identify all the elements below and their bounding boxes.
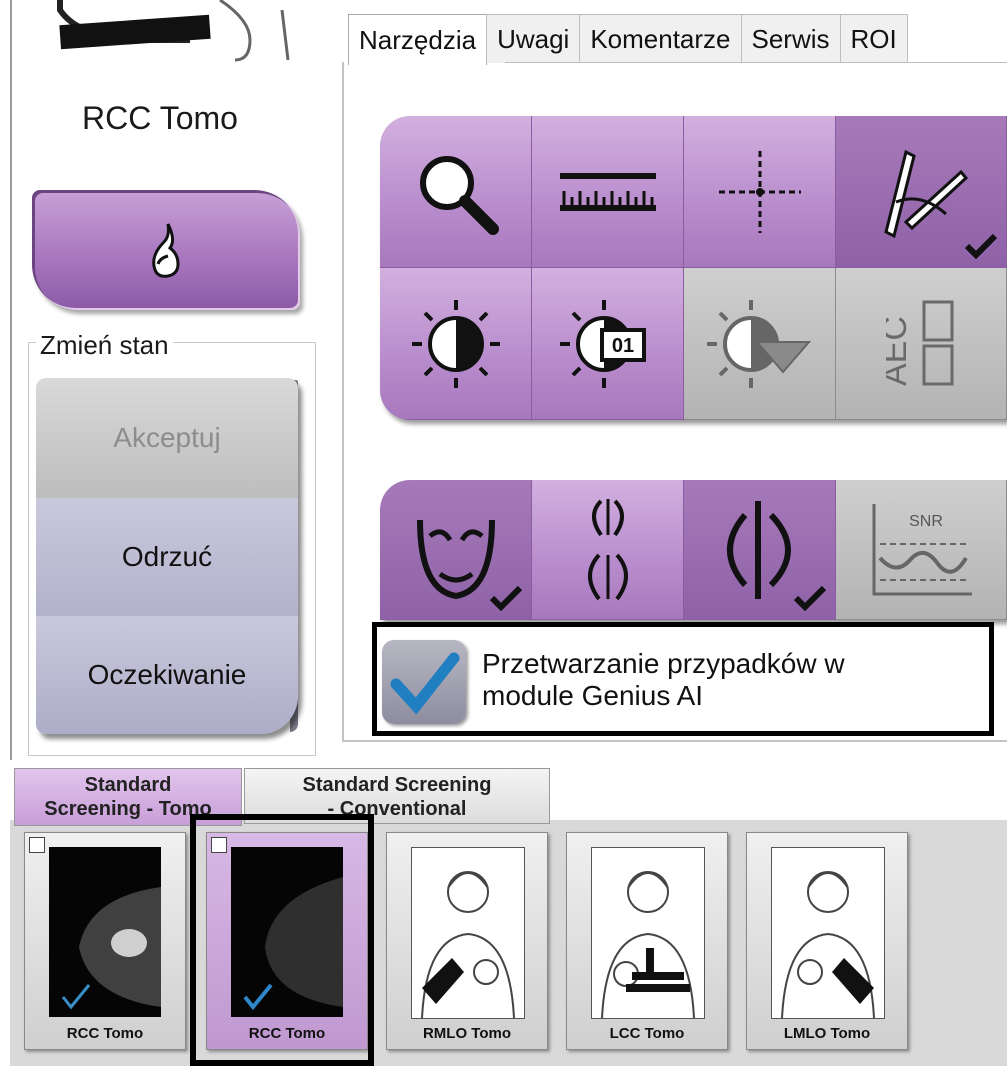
pending-button[interactable]: Oczekiwanie: [36, 616, 298, 734]
crosshair-button[interactable]: [684, 116, 836, 268]
tab-comments[interactable]: Komentarze: [579, 14, 742, 63]
thumbnail-label: RMLO Tomo: [422, 1025, 512, 1042]
thumbnail-lcc-tomo[interactable]: LCC Tomo: [566, 832, 728, 1050]
genius-ai-label-line1: Przetwarzanie przypadków w: [482, 648, 845, 679]
tab-line1: Standard Screening: [302, 774, 492, 796]
checkmark-icon: [489, 585, 523, 611]
genius-ai-label: Przetwarzanie przypadków w module Genius…: [482, 648, 962, 712]
contrast-icon: [411, 299, 500, 388]
lmlo-position-icon: [771, 847, 885, 1019]
window-level-presets-icon: [706, 299, 811, 388]
tab-notes[interactable]: Uwagi: [486, 14, 581, 63]
tab-line1: Standard: [84, 774, 172, 796]
reject-button[interactable]: Odrzuć: [36, 498, 298, 618]
thumbnail-label: RCC Tomo: [66, 1025, 144, 1042]
genius-ai-checkbox[interactable]: [382, 640, 466, 724]
panel-divider: [10, 0, 12, 760]
lcc-position-icon: [591, 847, 705, 1019]
thumbnail-lmlo-tomo[interactable]: LMLO Tomo: [746, 832, 908, 1050]
ruler-icon: [559, 172, 656, 211]
checkmark-icon: [390, 652, 460, 715]
snr-button[interactable]: SNR: [836, 480, 1007, 620]
aec-label: AEC: [886, 316, 914, 386]
annotation-tools-button[interactable]: [836, 116, 1007, 268]
accept-button[interactable]: Akceptuj: [36, 378, 298, 500]
window-level-presets-button[interactable]: [684, 268, 836, 420]
magnifier-button[interactable]: [380, 116, 532, 268]
contrast-preset-button[interactable]: 01: [532, 268, 684, 420]
ruler-button[interactable]: [532, 116, 684, 268]
thumbnail-label: LMLO Tomo: [783, 1025, 871, 1042]
status-buttons: Akceptuj Odrzuć Oczekiwanie: [36, 378, 298, 734]
magnifier-icon: [419, 155, 499, 235]
edge-enhance-button[interactable]: [684, 480, 836, 620]
tool-tabs: Narzędzia Uwagi Komentarze Serwis ROI: [348, 14, 908, 65]
display-tools: SNR: [380, 480, 1007, 620]
thumbnail-checkbox[interactable]: [29, 837, 45, 853]
aec-icon: AEC: [886, 300, 954, 386]
snr-label: SNR: [909, 513, 943, 530]
tab-service[interactable]: Serwis: [740, 14, 841, 63]
crosshair-icon: [718, 150, 801, 233]
thumbnail-rmlo-tomo[interactable]: RMLO Tomo: [386, 832, 548, 1050]
checkmark-icon: [964, 233, 998, 259]
thumbnail-label: LCC Tomo: [609, 1025, 685, 1042]
breast-outline-button[interactable]: [532, 480, 684, 620]
contrast-button[interactable]: [380, 268, 532, 420]
view-icon: [57, 0, 290, 62]
drop-icon: [152, 223, 180, 278]
genius-ai-label-line2: module Genius AI: [482, 680, 704, 711]
breast-outline-icon: [587, 498, 628, 600]
tab-tools[interactable]: Narzędzia: [348, 14, 488, 65]
view-title: RCC Tomo: [82, 100, 238, 136]
face-button[interactable]: [380, 480, 532, 620]
selected-thumbnail-frame: [190, 814, 374, 1066]
rmlo-position-icon: [411, 847, 525, 1019]
flag-button[interactable]: [32, 190, 300, 310]
tab-roi[interactable]: ROI: [839, 14, 908, 63]
checkmark-icon: [793, 585, 827, 611]
tool-grid: 01 AEC: [380, 116, 1007, 420]
mammogram-image: [49, 847, 161, 1017]
preset-number: 01: [611, 335, 633, 357]
contrast-01-icon: 01: [559, 299, 646, 388]
annotation-tools-icon: [884, 149, 969, 238]
change-status-legend: Zmień stan: [36, 330, 173, 361]
tabs-baseline: [505, 62, 1007, 63]
thumbnail-rcc-tomo-1[interactable]: RCC Tomo: [24, 832, 186, 1050]
aec-button[interactable]: AEC: [836, 268, 1007, 420]
snr-icon: SNR: [872, 503, 972, 595]
